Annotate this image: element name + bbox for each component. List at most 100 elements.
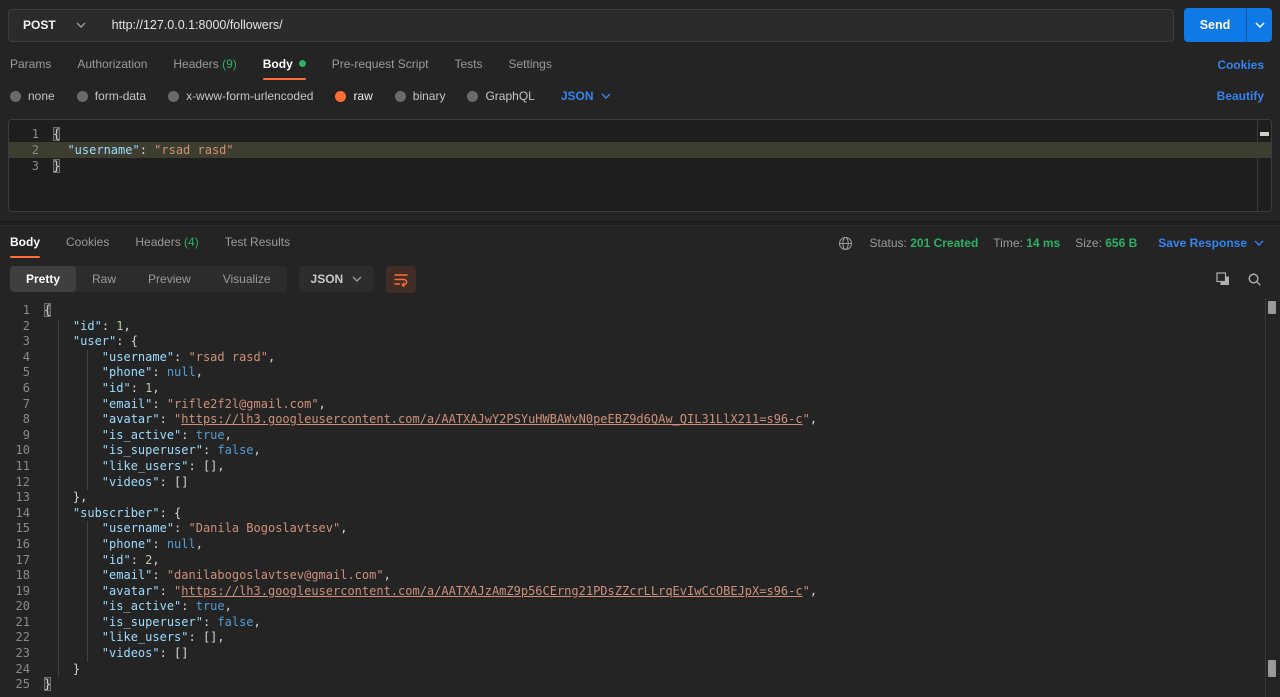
code-token: "user" (72, 334, 117, 349)
code-line: 14 "subscriber": { (0, 505, 1280, 522)
code-token: "is_superuser" (101, 614, 203, 629)
indent-guide (86, 536, 88, 553)
response-tab-body[interactable]: Body (10, 226, 40, 260)
raw-language-dropdown[interactable]: JSON (561, 89, 611, 103)
send-options-button[interactable] (1246, 8, 1272, 42)
indent-guide (58, 349, 59, 366)
code-token: : { (116, 334, 138, 349)
body-mode-row: none form-data x-www-form-urlencoded raw bin… (0, 82, 1280, 110)
chevron-down-icon (352, 276, 362, 282)
indent-guide (58, 583, 59, 600)
body-mode-x-www-form-urlencoded[interactable]: x-www-form-urlencoded (168, 89, 313, 103)
cookies-link[interactable]: Cookies (1217, 58, 1264, 72)
method-selector[interactable]: POST (9, 10, 100, 41)
line-number: 15 (15, 521, 30, 536)
code-token: : [], (188, 458, 225, 473)
response-tab-test-results[interactable]: Test Results (225, 226, 290, 260)
save-response-button[interactable]: Save Response (1158, 236, 1264, 250)
copy-response-button[interactable] (1213, 269, 1233, 289)
body-mode-graphql[interactable]: GraphQL (467, 89, 535, 103)
view-tab-raw[interactable]: Raw (76, 266, 132, 292)
indent-guide (58, 490, 59, 506)
body-mode-binary[interactable]: binary (394, 89, 445, 103)
view-tab-visualize[interactable]: Visualize (207, 266, 287, 292)
view-tab-preview[interactable]: Preview (132, 266, 207, 292)
indent-guide (86, 614, 88, 631)
code-token: , (152, 552, 160, 567)
size-pair: Size: 656 B (1075, 236, 1137, 250)
tab-params[interactable]: Params (10, 48, 51, 82)
url-input[interactable] (99, 9, 1173, 41)
tab-body[interactable]: Body (262, 48, 306, 82)
code-line: 5 "phone": null, (0, 365, 1280, 381)
indent-guide (58, 474, 59, 491)
body-mode-none[interactable]: none (10, 89, 55, 103)
response-body-editor[interactable]: 1{2 "id": 1, 3 "user": {4 "username": "rs… (0, 298, 1280, 697)
code-token: , (253, 614, 261, 629)
overview-ruler[interactable] (1265, 298, 1266, 697)
tab-headers[interactable]: Headers (9) (173, 48, 236, 82)
code-token: 1 (116, 318, 124, 333)
radio-icon (10, 90, 21, 102)
overview-ruler[interactable] (1257, 120, 1271, 211)
network-globe-icon[interactable] (836, 234, 855, 253)
search-icon[interactable] (1245, 270, 1264, 289)
body-mode-form-data[interactable]: form-data (76, 89, 146, 103)
code-token: "like_users" (101, 630, 189, 645)
code-token: , (152, 380, 160, 395)
body-mode-label: raw (353, 89, 373, 103)
code-token: true (195, 599, 225, 614)
send-button[interactable]: Send (1184, 8, 1246, 42)
response-view-switcher: Pretty Raw Preview Visualize (10, 266, 287, 292)
code-token: " (802, 412, 810, 427)
body-mode-label: x-www-form-urlencoded (186, 89, 314, 103)
code-token: : (152, 365, 167, 380)
tab-settings[interactable]: Settings (508, 48, 551, 82)
response-tab-cookies[interactable]: Cookies (66, 226, 109, 260)
body-mode-raw[interactable]: raw (335, 89, 373, 103)
code-token: { (53, 127, 61, 141)
tab-label: Body (10, 235, 40, 249)
line-number: 17 (15, 552, 30, 567)
indent-guide (86, 365, 88, 381)
code-line: 7 "email": "rifle2f2l@gmail.com", (0, 396, 1280, 413)
line-number: 25 (15, 677, 30, 692)
tab-pre-request-script[interactable]: Pre-request Script (332, 48, 429, 82)
view-tab-pretty[interactable]: Pretty (10, 266, 77, 292)
code-line: 9 "is_active": true, (0, 427, 1280, 444)
code-line: 13 }, (0, 490, 1280, 506)
tab-authorization[interactable]: Authorization (77, 48, 147, 82)
code-token: "avatar" (101, 583, 160, 598)
request-tabs-row: Params Authorization Headers (9) Body Pre-re… (0, 48, 1280, 82)
request-body-editor[interactable]: 1{2 "username": "rsad rasd" 3} (8, 119, 1272, 212)
bracket-marker-top (1268, 301, 1276, 314)
url-bar: POST (8, 8, 1174, 42)
indent-guide (58, 552, 59, 569)
line-number: 9 (22, 427, 30, 442)
beautify-link[interactable]: Beautify (1217, 89, 1264, 103)
indent-guide (58, 412, 59, 428)
indent-guide (86, 583, 88, 600)
tab-tests[interactable]: Tests (454, 48, 482, 82)
status-label: Status: (869, 236, 907, 250)
size-label: Size: (1075, 236, 1102, 250)
response-format-dropdown[interactable]: JSON (298, 266, 375, 292)
avatar-link[interactable]: https://lh3.googleusercontent.com/a/AATX… (181, 584, 802, 598)
response-tab-headers[interactable]: Headers (4) (135, 226, 198, 260)
code-token: "like_users" (101, 458, 189, 473)
code-token: : (159, 412, 175, 427)
code-line: 21 "is_superuser": false, (0, 614, 1280, 631)
code-line: 24 } (0, 661, 1280, 678)
code-line: 12 "videos": [] (0, 474, 1280, 491)
line-number: 21 (15, 614, 30, 629)
avatar-link[interactable]: https://lh3.googleusercontent.com/a/AATX… (181, 412, 802, 426)
wrap-text-button[interactable] (386, 265, 417, 293)
code-token: : (139, 143, 155, 157)
bracket-marker-bottom (1268, 660, 1276, 677)
code-token: : { (159, 505, 182, 520)
